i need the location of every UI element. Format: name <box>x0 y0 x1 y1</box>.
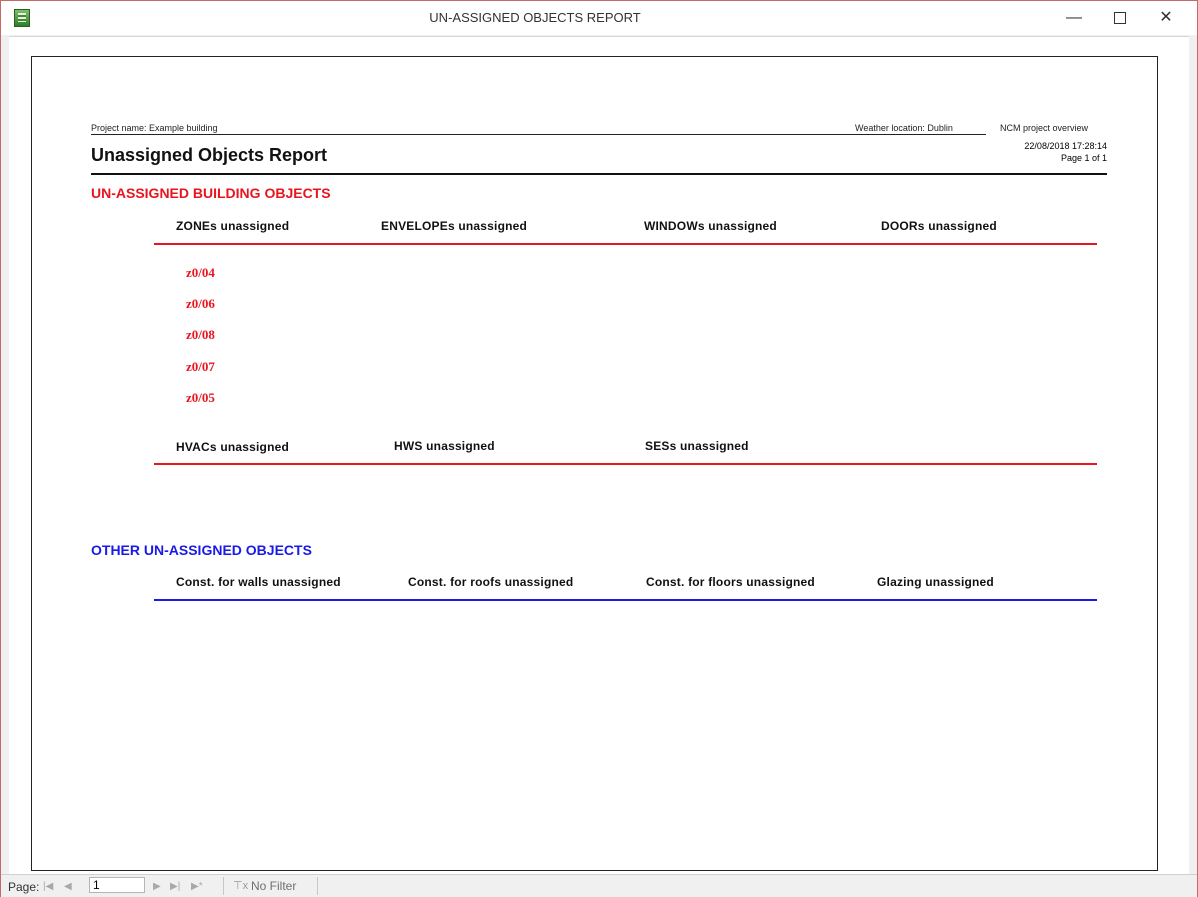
report-page-info: Page 1 of 1 <box>1060 153 1107 163</box>
status-separator <box>223 877 224 895</box>
title-divider <box>91 173 1107 175</box>
first-page-icon[interactable]: |◀ <box>43 881 53 892</box>
col-hvacs-unassigned: HVACs unassigned <box>176 440 289 454</box>
weather-location-label: Weather location: Dublin <box>855 123 953 133</box>
building-objects-rule <box>154 243 1097 245</box>
col-glazing-unassigned: Glazing unassigned <box>877 575 994 589</box>
last-page-icon[interactable]: ▶| <box>170 881 180 892</box>
col-zones-unassigned: ZONEs unassigned <box>176 219 290 233</box>
no-filter-button[interactable]: No Filter <box>251 879 296 893</box>
project-name-label: Project name: Example building <box>91 123 218 133</box>
zone-item: z0/07 <box>186 359 215 374</box>
header-divider <box>91 134 986 135</box>
report-datetime: 22/08/2018 17:28:14 <box>1024 141 1107 151</box>
report-window: UN-ASSIGNED OBJECTS REPORT — ✕ Project n… <box>0 0 1198 897</box>
ncm-overview-label: NCM project overview <box>1000 123 1089 133</box>
col-hws-unassigned: HWS unassigned <box>394 439 495 453</box>
zone-item: z0/08 <box>186 327 215 342</box>
status-separator <box>317 877 318 895</box>
next-page-icon[interactable]: ▶ <box>153 881 161 892</box>
minimize-button[interactable]: — <box>1051 1 1097 35</box>
other-objects-rule <box>154 599 1097 601</box>
col-windows-unassigned: WINDOWs unassigned <box>644 219 777 233</box>
record-navigation-bar: Page: |◀ ◀ ▶ ▶| ▶* ⊤x No Filter <box>1 874 1197 897</box>
maximize-button[interactable] <box>1097 1 1143 35</box>
zone-item: z0/05 <box>186 390 215 405</box>
section-building-objects-heading: UN-ASSIGNED BUILDING OBJECTS <box>91 185 331 201</box>
page-number-input[interactable] <box>89 877 145 893</box>
title-bar: UN-ASSIGNED OBJECTS REPORT — ✕ <box>1 1 1197 35</box>
col-sess-unassigned: SESs unassigned <box>645 439 749 453</box>
col-envelopes-unassigned: ENVELOPEs unassigned <box>381 219 528 233</box>
zone-item: z0/04 <box>186 265 215 280</box>
report-title: Unassigned Objects Report <box>91 145 328 165</box>
window-title: UN-ASSIGNED OBJECTS REPORT <box>429 10 641 25</box>
close-icon: ✕ <box>1159 9 1173 26</box>
new-record-icon[interactable]: ▶* <box>191 881 203 892</box>
minimize-icon: — <box>1066 9 1082 26</box>
maximize-icon <box>1114 11 1126 24</box>
col-walls-unassigned: Const. for walls unassigned <box>176 575 341 589</box>
filter-icon: ⊤x <box>233 880 249 892</box>
col-roofs-unassigned: Const. for roofs unassigned <box>408 575 574 589</box>
page-label: Page: <box>8 880 40 894</box>
report-preview-area[interactable]: Project name: Example building Weather l… <box>9 36 1189 874</box>
report-page: Project name: Example building Weather l… <box>31 56 1158 871</box>
systems-rule <box>154 463 1097 465</box>
col-floors-unassigned: Const. for floors unassigned <box>646 575 815 589</box>
section-other-objects-heading: OTHER UN-ASSIGNED OBJECTS <box>91 542 312 558</box>
previous-page-icon[interactable]: ◀ <box>64 881 72 892</box>
close-button[interactable]: ✕ <box>1143 1 1189 35</box>
zone-item: z0/06 <box>186 296 215 311</box>
col-doors-unassigned: DOORs unassigned <box>881 219 997 233</box>
